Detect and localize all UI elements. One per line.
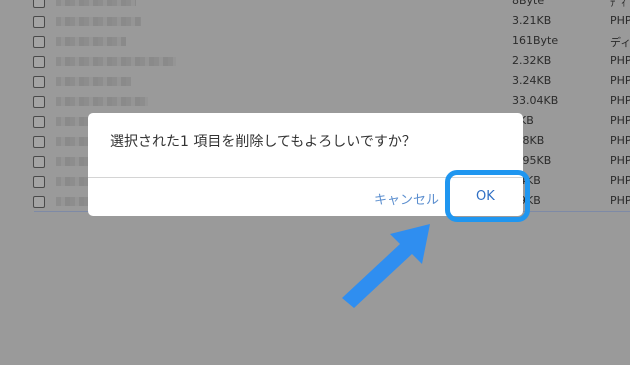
row-checkbox[interactable]: [33, 36, 45, 48]
file-row[interactable]: 2.32KB PHP: [0, 52, 630, 72]
row-checkbox[interactable]: [33, 116, 45, 128]
file-row[interactable]: 8Byte ﾃﾞｨ: [0, 0, 630, 12]
file-size: 8Byte: [512, 0, 545, 7]
row-checkbox[interactable]: [33, 96, 45, 108]
file-name-blurred: [56, 97, 148, 106]
file-row[interactable]: 3.21KB PHP: [0, 12, 630, 32]
row-checkbox[interactable]: [33, 176, 45, 188]
file-type: PHP: [610, 194, 630, 207]
file-name-blurred: [56, 77, 131, 86]
file-row[interactable]: 33.04KB PHP: [0, 92, 630, 112]
row-checkbox[interactable]: [33, 196, 45, 208]
row-checkbox[interactable]: [33, 76, 45, 88]
file-type: PHP: [610, 134, 630, 147]
file-type: PHP: [610, 74, 630, 87]
file-type: PHP: [610, 14, 630, 27]
row-checkbox[interactable]: [33, 16, 45, 28]
row-checkbox[interactable]: [33, 56, 45, 68]
file-size: 3.21KB: [512, 14, 552, 27]
file-size: 161Byte: [512, 34, 559, 47]
file-type: PHP: [610, 94, 630, 107]
file-type: PHP: [610, 114, 630, 127]
file-type: PHP: [610, 54, 630, 67]
file-type: PHP: [610, 154, 630, 167]
file-size: 3.24KB: [512, 74, 552, 87]
row-checkbox[interactable]: [33, 136, 45, 148]
pointer-arrow-icon: [342, 224, 430, 308]
file-name-blurred: [56, 17, 141, 26]
ok-highlight-box: [445, 170, 530, 222]
row-checkbox[interactable]: [33, 156, 45, 168]
row-checkbox[interactable]: [33, 0, 45, 8]
cancel-button[interactable]: キャンセル: [374, 189, 439, 208]
file-size: 33.04KB: [512, 94, 559, 107]
file-name-blurred: [56, 37, 126, 46]
file-size: 2.32KB: [512, 54, 552, 67]
file-type: ﾃﾞｨ: [610, 0, 627, 9]
file-name-blurred: [56, 0, 136, 6]
file-name-blurred: [56, 57, 176, 66]
file-type: ディ: [610, 36, 630, 49]
file-row[interactable]: 3.24KB PHP: [0, 72, 630, 92]
file-type: PHP: [610, 174, 630, 187]
file-row[interactable]: 161Byte ディ: [0, 32, 630, 52]
dialog-message: 選択された1 項目を削除してもよろしいですか？: [110, 134, 416, 150]
